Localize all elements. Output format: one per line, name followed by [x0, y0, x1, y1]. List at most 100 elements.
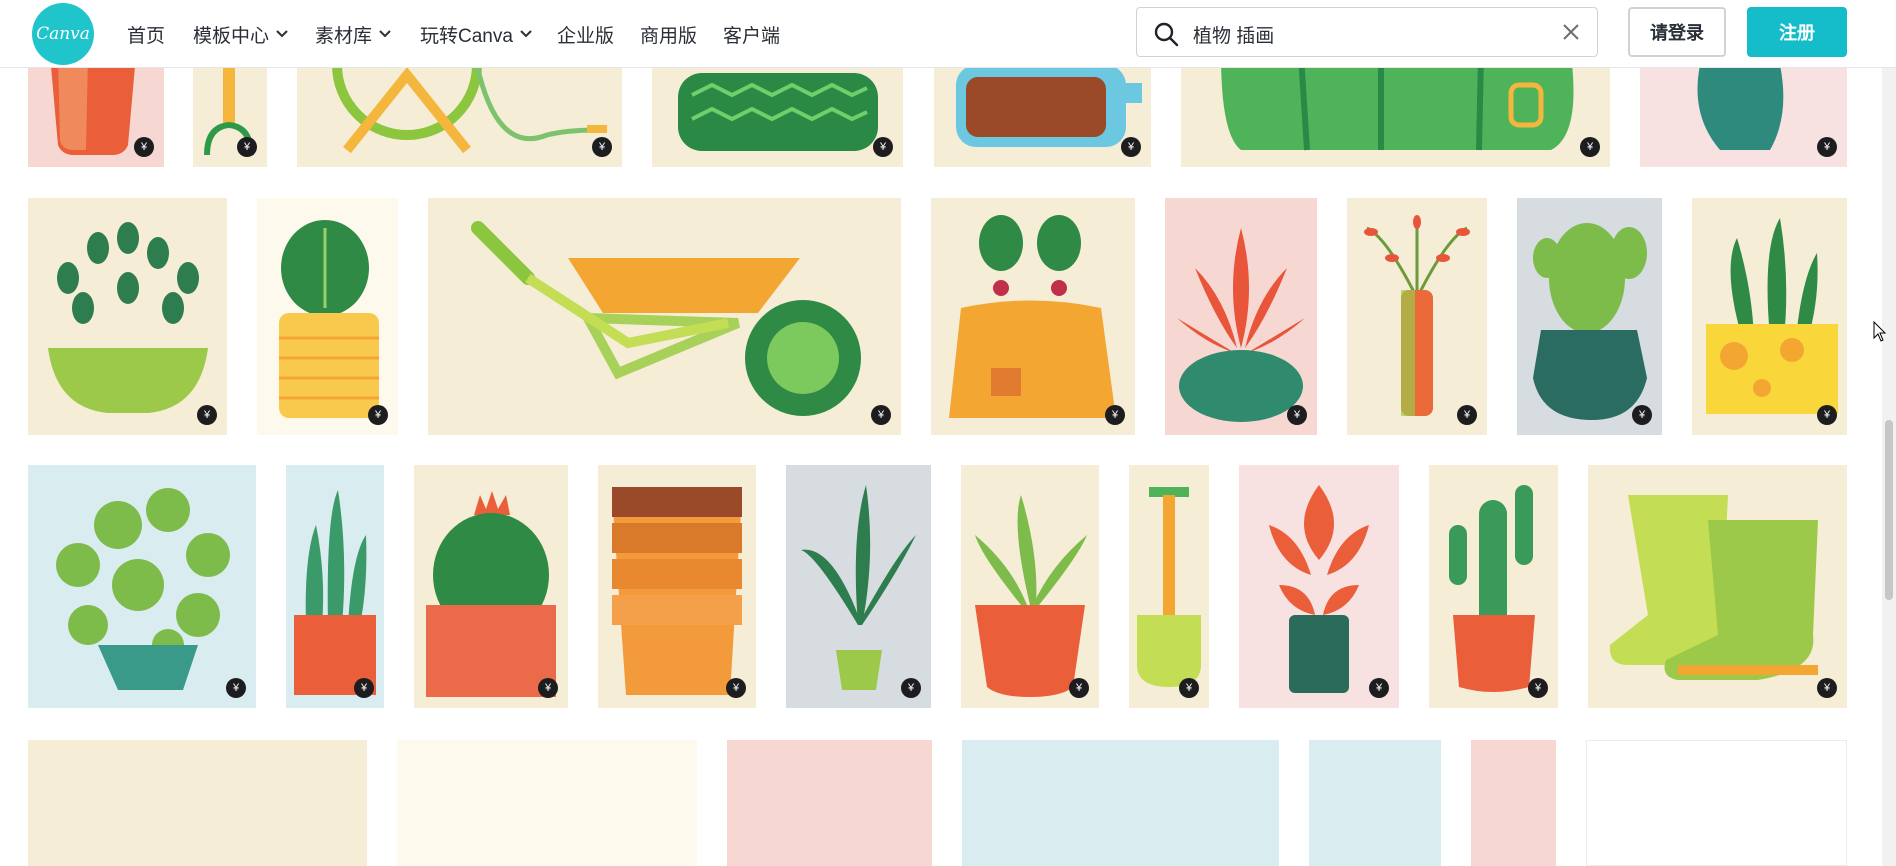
paid-badge: ¥ — [1121, 137, 1141, 157]
paid-badge: ¥ — [354, 678, 374, 698]
bottle-illustration — [956, 65, 1142, 147]
image-tile[interactable]: ¥ — [961, 465, 1099, 708]
chevron-down-icon — [519, 29, 533, 39]
nav-assets[interactable]: 素材库 — [315, 0, 392, 68]
image-tile[interactable]: ¥ — [28, 198, 227, 435]
nav-enterprise[interactable]: 企业版 — [557, 0, 614, 68]
shovel-illustration — [1137, 487, 1201, 687]
stacked-pots-illustration — [612, 487, 742, 695]
hose-reel-illustration — [332, 55, 607, 154]
image-tile[interactable] — [1471, 740, 1556, 866]
canva-logo[interactable]: Canva — [32, 3, 94, 65]
image-tile[interactable]: ¥ — [28, 465, 256, 708]
image-tile[interactable]: ¥ — [1165, 198, 1317, 435]
image-tile[interactable]: ¥ — [1347, 198, 1487, 435]
page-scrollbar[interactable] — [1882, 68, 1896, 866]
search-box[interactable]: 植物 插画 — [1136, 7, 1598, 57]
image-tile[interactable]: ¥ — [28, 55, 164, 167]
snake-plant-illustration — [294, 490, 376, 695]
paid-badge: ¥ — [1369, 678, 1389, 698]
image-tile[interactable] — [727, 740, 932, 866]
search-icon[interactable] — [1153, 21, 1179, 52]
barrel-cactus-illustration — [426, 491, 556, 697]
image-tile[interactable] — [962, 740, 1279, 866]
nav-templates[interactable]: 模板中心 — [193, 0, 289, 68]
snake-plant-illustration — [1706, 218, 1838, 414]
paid-badge: ¥ — [1105, 405, 1125, 425]
image-tile[interactable]: ¥ — [786, 465, 931, 708]
image-tile[interactable] — [397, 740, 697, 866]
aloe-illustration — [975, 495, 1087, 697]
scrollbar-thumb[interactable] — [1885, 420, 1893, 600]
boots-illustration — [1609, 495, 1818, 680]
anthurium-illustration — [1269, 485, 1369, 693]
image-tile[interactable]: ¥ — [652, 55, 903, 167]
paid-badge: ¥ — [1457, 405, 1477, 425]
red-leaf-plant-illustration — [1177, 228, 1305, 422]
nav-explore-canva[interactable]: 玩转Canva — [420, 0, 533, 68]
image-tile[interactable]: ¥ — [428, 198, 901, 435]
paid-badge: ¥ — [592, 137, 612, 157]
nav-desktop-client[interactable]: 客户端 — [723, 0, 780, 68]
paid-badge: ¥ — [226, 678, 246, 698]
image-tile[interactable] — [1309, 740, 1441, 866]
image-tile[interactable]: ¥ — [1239, 465, 1399, 708]
paid-badge: ¥ — [1817, 678, 1837, 698]
radish-sack-illustration — [949, 215, 1116, 418]
paid-badge: ¥ — [1817, 137, 1837, 157]
paid-badge: ¥ — [1528, 678, 1548, 698]
paid-badge: ¥ — [134, 137, 154, 157]
login-button[interactable]: 请登录 — [1628, 7, 1726, 57]
planter-illustration — [678, 73, 878, 151]
mouse-cursor-icon — [1873, 320, 1887, 348]
paid-badge: ¥ — [197, 405, 217, 425]
paid-badge: ¥ — [237, 137, 257, 157]
saguaro-illustration — [1449, 485, 1535, 692]
image-tile[interactable]: ¥ — [414, 465, 568, 708]
paid-badge: ¥ — [368, 405, 388, 425]
image-tile[interactable]: ¥ — [257, 198, 398, 435]
paid-badge: ¥ — [1287, 405, 1307, 425]
paid-badge: ¥ — [538, 678, 558, 698]
paid-badge: ¥ — [1632, 405, 1652, 425]
image-tile[interactable]: ¥ — [1517, 198, 1662, 435]
image-tile[interactable]: ¥ — [297, 55, 622, 167]
paid-badge: ¥ — [901, 678, 921, 698]
image-tile[interactable] — [28, 740, 367, 866]
paid-badge: ¥ — [1817, 405, 1837, 425]
image-tile[interactable]: ¥ — [286, 465, 384, 708]
wheelbarrow-illustration — [471, 221, 861, 416]
top-navigation-bar: Canva 首页 模板中心 素材库 玩转Canva 企业版 商用版 客户端 植物… — [0, 0, 1896, 68]
nav-home[interactable]: 首页 — [127, 0, 165, 68]
fiddle-leaf-illustration — [279, 220, 379, 418]
image-tile[interactable]: ¥ — [1181, 55, 1610, 167]
paid-badge: ¥ — [873, 137, 893, 157]
paid-badge: ¥ — [1580, 137, 1600, 157]
watering-can-illustration — [1221, 55, 1574, 151]
paid-badge: ¥ — [1179, 678, 1199, 698]
image-tile[interactable]: ¥ — [1588, 465, 1847, 708]
chevron-down-icon — [275, 29, 289, 39]
search-input[interactable]: 植物 插画 — [1193, 21, 1274, 48]
image-tile[interactable]: ¥ — [1640, 55, 1847, 167]
paid-badge: ¥ — [1069, 678, 1089, 698]
chevron-down-icon — [378, 29, 392, 39]
palm-plant-illustration — [801, 485, 916, 690]
nav-commercial[interactable]: 商用版 — [640, 0, 697, 68]
image-tile[interactable]: ¥ — [1129, 465, 1209, 708]
pilea-illustration — [56, 488, 230, 690]
paid-badge: ¥ — [871, 405, 891, 425]
image-tile[interactable] — [1586, 740, 1847, 866]
image-tile[interactable]: ¥ — [1429, 465, 1558, 708]
image-tile[interactable]: ¥ — [598, 465, 756, 708]
bowl-plant-illustration — [48, 222, 208, 413]
image-tile[interactable]: ¥ — [193, 55, 267, 167]
cactus-illustration — [1533, 223, 1647, 420]
image-tile[interactable]: ¥ — [931, 198, 1135, 435]
image-tile[interactable]: ¥ — [934, 55, 1151, 167]
close-icon[interactable] — [1561, 22, 1581, 47]
image-tile[interactable]: ¥ — [1692, 198, 1847, 435]
paid-badge: ¥ — [726, 678, 746, 698]
vase-illustration — [1697, 65, 1784, 150]
signup-button[interactable]: 注册 — [1747, 7, 1847, 57]
